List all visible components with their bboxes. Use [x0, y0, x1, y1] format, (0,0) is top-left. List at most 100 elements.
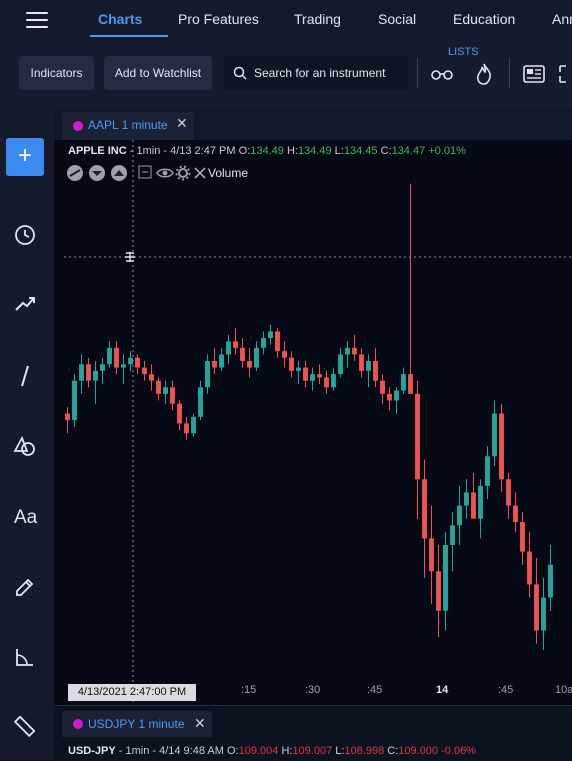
- candle-body: [513, 505, 518, 522]
- candle-body: [261, 338, 266, 348]
- chart-tab-label: AAPL 1 minute: [88, 118, 168, 132]
- candle-body: [205, 361, 210, 388]
- candle-body: [471, 492, 476, 519]
- crosshair-date-label: 4/13/2021 2:47:00 PM: [68, 684, 196, 701]
- candle-body: [114, 347, 119, 368]
- candle-body: [506, 479, 511, 506]
- text-tool-icon[interactable]: Aa: [14, 507, 37, 529]
- candle-body: [478, 485, 483, 519]
- remove-icon[interactable]: [193, 166, 207, 180]
- candle-body: [541, 597, 546, 631]
- candle-body: [499, 413, 504, 480]
- flame-icon[interactable]: [474, 62, 494, 86]
- candle-body: [387, 393, 392, 401]
- candle-body: [86, 364, 91, 381]
- candle-body: [72, 380, 77, 421]
- pencil-icon[interactable]: [13, 575, 37, 599]
- candle-body: [373, 361, 378, 381]
- candle-body: [128, 357, 133, 365]
- x-tick: :45: [498, 684, 514, 696]
- candle-body: [282, 351, 287, 358]
- legend-interval-date: - 1min - 4/14 9:48 AM: [118, 745, 224, 757]
- candlestick-chart[interactable]: [54, 140, 572, 705]
- chart-tab-usdjpy[interactable]: USDJPY 1 minute ✕: [62, 711, 212, 737]
- ruler-icon[interactable]: [13, 714, 37, 738]
- add-icon[interactable]: +: [6, 138, 44, 176]
- chart-area[interactable]: [54, 140, 572, 705]
- candle-body: [352, 347, 357, 355]
- search-placeholder: Search for an instrument: [254, 66, 386, 80]
- nav-charts[interactable]: Charts: [98, 11, 142, 27]
- legend-close: 134.47: [391, 145, 426, 157]
- candle-body: [303, 367, 308, 381]
- expand-icon[interactable]: [558, 64, 572, 84]
- symbol-color-dot: [73, 719, 83, 729]
- candle-body: [366, 361, 371, 371]
- legend-o-label: O:: [226, 745, 239, 757]
- candle-body: [198, 387, 203, 417]
- candle-body: [520, 522, 525, 552]
- legend-change: -0.06%: [441, 745, 476, 757]
- x-tick: :15: [241, 684, 257, 696]
- search-icon: [233, 66, 247, 80]
- nav-social[interactable]: Social: [378, 11, 416, 27]
- nav-trading[interactable]: Trading: [294, 11, 341, 27]
- gear-icon[interactable]: [175, 165, 191, 181]
- candle-body: [492, 413, 497, 457]
- legend-o-label: O:: [238, 145, 251, 157]
- angle-icon[interactable]: [13, 645, 37, 669]
- legend-interval-date: - 1min - 4/13 2:47 PM: [129, 145, 236, 157]
- clock-icon[interactable]: [13, 223, 37, 247]
- news-icon[interactable]: [523, 65, 545, 83]
- candle-body: [450, 525, 455, 545]
- eye-icon[interactable]: [156, 165, 174, 181]
- legend-h-label: H:: [281, 745, 293, 757]
- legend-open: 109.004: [238, 745, 279, 757]
- collapse-icon[interactable]: [138, 165, 154, 181]
- close-icon[interactable]: ✕: [176, 115, 188, 132]
- candle-body: [163, 387, 168, 394]
- candle-body: [415, 393, 420, 480]
- x-tick: :30: [305, 684, 321, 696]
- candle-body: [394, 390, 399, 401]
- nav-education[interactable]: Education: [453, 11, 515, 27]
- candle-body: [170, 387, 175, 404]
- candle-body: [485, 456, 490, 486]
- candle-body: [408, 374, 413, 394]
- nav-pro-features[interactable]: Pro Features: [178, 11, 259, 27]
- glasses-icon[interactable]: [430, 66, 454, 82]
- candle-body: [359, 354, 364, 371]
- instrument-search[interactable]: Search for an instrument: [224, 56, 408, 90]
- candle-body: [240, 347, 245, 361]
- indicator-toggle-icons[interactable]: [66, 164, 132, 182]
- x-tick: 14: [436, 684, 449, 696]
- candle-body: [142, 367, 147, 375]
- indicators-button[interactable]: Indicators: [19, 56, 94, 90]
- candle-body: [457, 505, 462, 526]
- add-to-watchlist-button[interactable]: Add to Watchlist: [104, 56, 212, 90]
- nav-announcements[interactable]: Ann: [552, 11, 572, 27]
- shapes-icon[interactable]: [13, 434, 37, 458]
- trend-icon[interactable]: [13, 292, 37, 316]
- candle-body: [79, 364, 84, 381]
- ohlc-legend: APPLE INC - 1min - 4/13 2:47 PM O:134.49…: [68, 145, 466, 157]
- volume-label: Volume: [208, 166, 249, 180]
- candle-body: [184, 423, 189, 434]
- close-icon[interactable]: ✕: [194, 715, 206, 732]
- legend-symbol: APPLE INC: [68, 145, 127, 157]
- line-tool-icon[interactable]: [13, 364, 37, 388]
- menu-icon[interactable]: [26, 12, 48, 28]
- candle-body: [310, 374, 315, 381]
- candle-body: [254, 347, 259, 368]
- candle-body: [464, 492, 469, 506]
- candle-body: [317, 374, 322, 378]
- lists-label: LISTS: [448, 46, 479, 58]
- chart-tab-aapl[interactable]: AAPL 1 minute ✕: [62, 112, 194, 140]
- chart-tab-label: USDJPY 1 minute: [88, 717, 185, 731]
- x-tick: :45: [367, 684, 383, 696]
- legend-h-label: H:: [286, 145, 298, 157]
- candle-body: [247, 361, 252, 368]
- candle-body: [65, 413, 70, 421]
- symbol-color-dot: [73, 121, 83, 131]
- candle-body: [289, 357, 294, 371]
